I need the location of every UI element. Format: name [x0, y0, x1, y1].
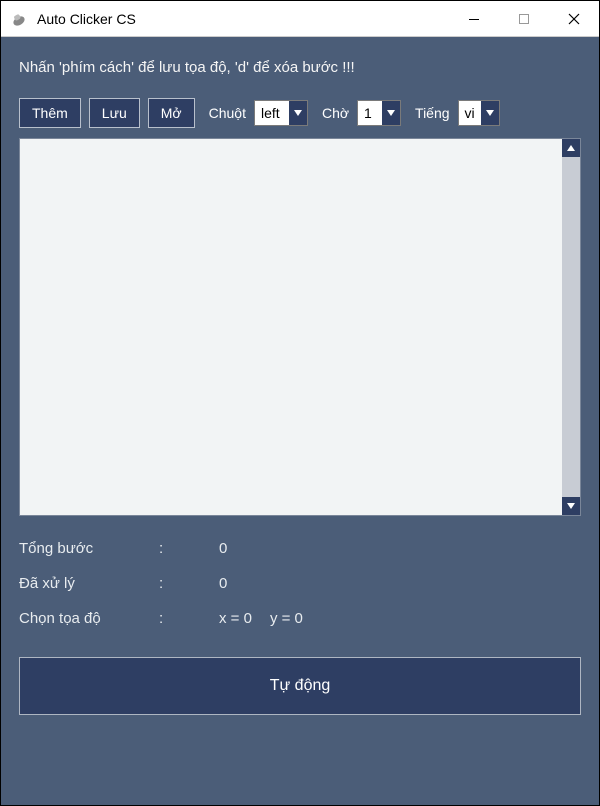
stat-colon: : — [159, 610, 219, 627]
coord-label: Chọn tọa độ — [19, 610, 159, 627]
steps-listbox-container — [19, 138, 581, 516]
vertical-scrollbar[interactable] — [562, 139, 580, 515]
toolbar: Thêm Lưu Mở Chuột left Chờ 1 Tiếng vi — [19, 98, 581, 128]
total-steps-label: Tổng bước — [19, 540, 159, 557]
mouse-label: Chuột — [209, 105, 246, 121]
close-button[interactable] — [549, 1, 599, 36]
window-title: Auto Clicker CS — [37, 11, 136, 27]
open-button[interactable]: Mở — [148, 98, 195, 128]
coord-y-value: y = 0 — [270, 610, 303, 627]
lang-select-value: vi — [459, 105, 481, 121]
chevron-down-icon — [481, 101, 499, 125]
total-steps-row: Tổng bước : 0 — [19, 540, 581, 557]
save-button[interactable]: Lưu — [89, 98, 140, 128]
auto-button[interactable]: Tự động — [19, 657, 581, 715]
scroll-up-button[interactable] — [562, 139, 580, 157]
app-window: Auto Clicker CS Nhấn 'phím cách' để lưu … — [0, 0, 600, 806]
mouse-select-value: left — [255, 105, 289, 121]
steps-listbox[interactable] — [20, 139, 562, 515]
wait-select-value: 1 — [358, 105, 382, 121]
stat-colon: : — [159, 575, 219, 592]
titlebar: Auto Clicker CS — [1, 1, 599, 37]
scroll-down-button[interactable] — [562, 497, 580, 515]
wait-select[interactable]: 1 — [357, 100, 401, 126]
processed-row: Đã xử lý : 0 — [19, 575, 581, 592]
chevron-down-icon — [289, 101, 307, 125]
lang-select[interactable]: vi — [458, 100, 500, 126]
window-controls — [449, 1, 599, 36]
add-button[interactable]: Thêm — [19, 98, 81, 128]
app-icon — [9, 9, 29, 29]
chevron-down-icon — [382, 101, 400, 125]
lang-label: Tiếng — [415, 105, 450, 121]
client-area: Nhấn 'phím cách' để lưu tọa độ, 'd' để x… — [1, 37, 599, 805]
minimize-button[interactable] — [449, 1, 499, 36]
maximize-button[interactable] — [499, 1, 549, 36]
wait-label: Chờ — [322, 105, 349, 121]
instruction-text: Nhấn 'phím cách' để lưu tọa độ, 'd' để x… — [19, 59, 581, 76]
stat-colon: : — [159, 540, 219, 557]
coord-row: Chọn tọa độ : x = 0 y = 0 — [19, 610, 581, 627]
scrollbar-track[interactable] — [562, 157, 580, 497]
processed-value: 0 — [219, 575, 227, 592]
coord-x-value: x = 0 — [219, 610, 252, 627]
stats-section: Tổng bước : 0 Đã xử lý : 0 Chọn tọa độ :… — [19, 540, 581, 645]
mouse-select[interactable]: left — [254, 100, 308, 126]
total-steps-value: 0 — [219, 540, 227, 557]
processed-label: Đã xử lý — [19, 575, 159, 592]
